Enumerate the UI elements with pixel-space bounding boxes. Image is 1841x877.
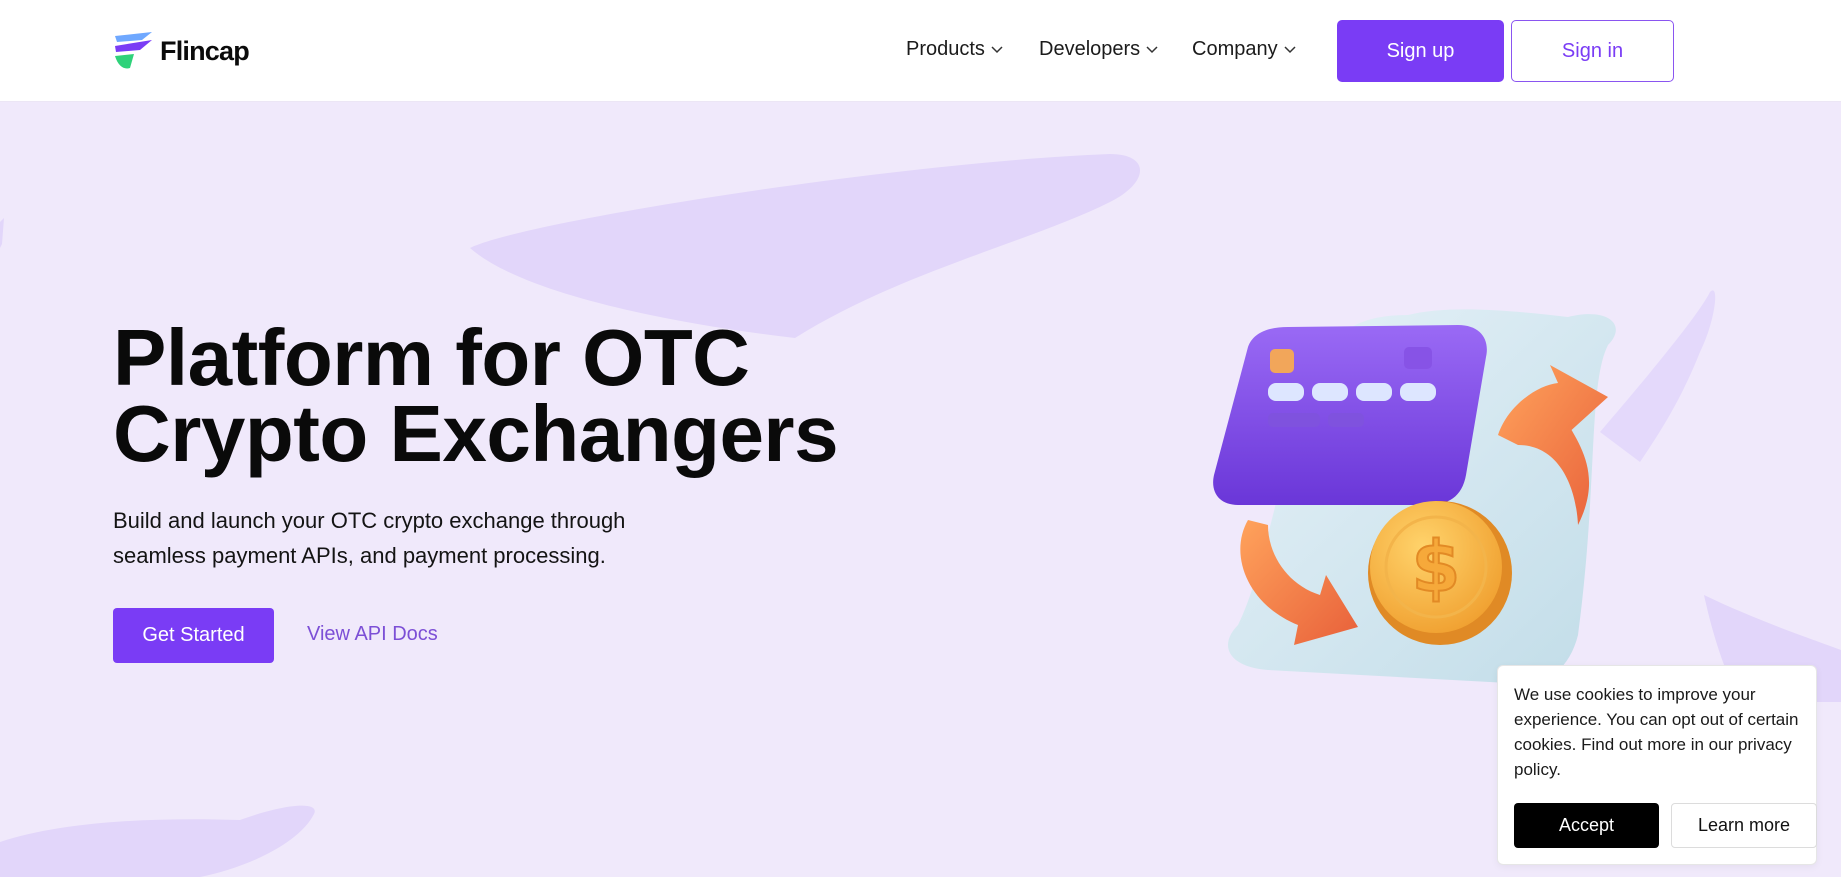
cookie-banner: We use cookies to improve your experienc… bbox=[1497, 665, 1817, 865]
hero-subtitle-line-1: Build and launch your OTC crypto exchang… bbox=[113, 508, 626, 533]
brand-name: Flincap bbox=[160, 35, 250, 66]
signup-button[interactable]: Sign up bbox=[1337, 20, 1504, 82]
nav-company[interactable]: Company bbox=[1192, 38, 1296, 61]
nav-company-label: Company bbox=[1192, 38, 1278, 60]
svg-text:$: $ bbox=[1412, 526, 1461, 608]
nav-developers[interactable]: Developers bbox=[1039, 38, 1158, 61]
card-coin-exchange-illustration: $ bbox=[1213, 309, 1616, 685]
chevron-down-icon bbox=[991, 45, 1003, 53]
hero-title: Platform for OTC Crypto Exchangers bbox=[113, 313, 839, 478]
hero-title-line-1: Platform for OTC bbox=[113, 313, 750, 402]
get-started-button[interactable]: Get Started bbox=[113, 608, 274, 663]
site-header: Flincap Products Developers Company Sign… bbox=[0, 0, 1841, 102]
chevron-down-icon bbox=[1284, 45, 1296, 53]
brand-logo[interactable]: Flincap bbox=[112, 30, 250, 72]
view-api-docs-link[interactable]: View API Docs bbox=[307, 623, 438, 646]
chevron-down-icon bbox=[1146, 45, 1158, 53]
hero-subtitle: Build and launch your OTC crypto exchang… bbox=[113, 503, 673, 573]
signin-button[interactable]: Sign in bbox=[1511, 20, 1674, 82]
cookie-message: We use cookies to improve your experienc… bbox=[1514, 685, 1799, 779]
learn-more-button[interactable]: Learn more bbox=[1671, 803, 1817, 848]
hero-subtitle-line-2: seamless payment APIs, and payment proce… bbox=[113, 543, 606, 568]
nav-developers-label: Developers bbox=[1039, 38, 1141, 60]
nav-products[interactable]: Products bbox=[906, 38, 1003, 61]
accept-cookies-button[interactable]: Accept bbox=[1514, 803, 1659, 848]
nav-products-label: Products bbox=[906, 38, 985, 60]
hero-title-line-2: Crypto Exchangers bbox=[113, 389, 839, 478]
flincap-logo-icon bbox=[115, 32, 152, 69]
